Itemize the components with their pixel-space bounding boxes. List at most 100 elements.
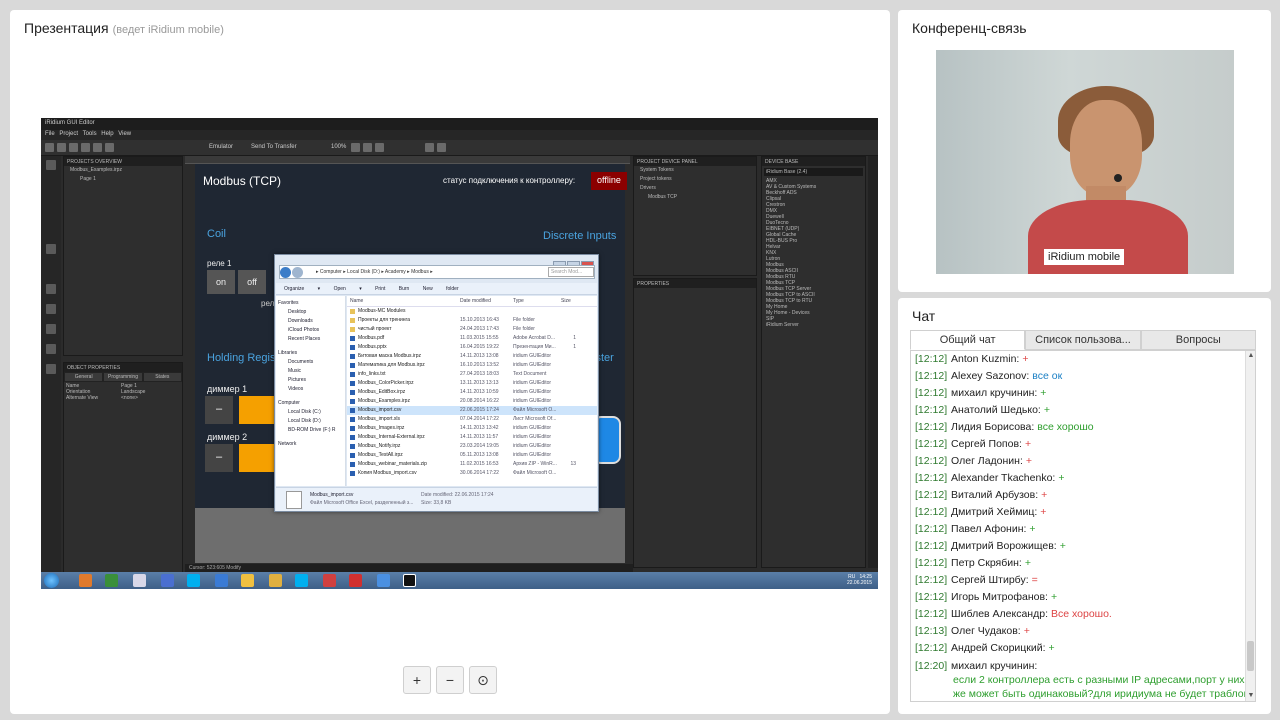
file-row[interactable]: Modbus_EditBox.irpz 14.11.2013 10:59 iridi… — [347, 388, 597, 397]
nav-item[interactable]: Local Disk (D:) — [278, 417, 343, 426]
file-name: Modbus_ColorPicker.irpz — [350, 379, 460, 388]
tab-general[interactable]: General — [64, 372, 104, 382]
nav-item[interactable]: Local Disk (C:) — [278, 408, 343, 417]
file-row[interactable]: Modbus_Examples.irpz 20.08.2014 16:22 irid… — [347, 397, 597, 406]
nav-item[interactable]: Music — [278, 367, 343, 376]
zoom-fit-button[interactable]: ⊙ — [469, 666, 497, 694]
scroll-thumb[interactable] — [1247, 641, 1254, 671]
file-name: Modbus_Notify.irpz — [350, 442, 460, 451]
nav-item[interactable]: iCloud Photos — [278, 326, 343, 335]
app-icon[interactable] — [161, 574, 174, 587]
holding-registers-heading: Holding Regis — [207, 352, 276, 364]
nav-computer[interactable]: Computer — [278, 399, 343, 408]
file-row[interactable]: Битовая маска Modbus.irpz 14.11.2013 13:0… — [347, 352, 597, 361]
message-text: + — [1040, 506, 1047, 518]
nav-libraries[interactable]: Libraries — [278, 349, 343, 358]
file-row[interactable]: Математика для Modbus.irpz 16.10.2013 13:… — [347, 361, 597, 370]
nav-item[interactable]: Pictures — [278, 376, 343, 385]
zoom-in-button[interactable]: + — [403, 666, 431, 694]
back-icon[interactable] — [280, 267, 291, 278]
start-button[interactable] — [44, 573, 59, 588]
dimmer-2-level[interactable] — [239, 444, 275, 472]
app-icon[interactable] — [323, 574, 336, 587]
search-input[interactable]: Search Mod... — [548, 267, 594, 277]
tab-programming[interactable]: Programming — [103, 372, 143, 382]
dimmer-1-minus-button[interactable]: – — [205, 396, 233, 424]
project-file-item[interactable]: Modbus_Examples.irpz — [64, 166, 182, 175]
scroll-up-icon[interactable]: ▲ — [1246, 351, 1255, 361]
pdf-icon[interactable] — [349, 574, 362, 587]
file-row[interactable]: Modbus_import.csv 22.06.2015 17:24 Файл Mi… — [347, 406, 597, 415]
scroll-down-icon[interactable]: ▼ — [1246, 691, 1255, 701]
android-icon — [46, 244, 56, 254]
relay-off-button[interactable]: off — [238, 270, 266, 294]
device-base-item[interactable]: iRidium Server — [762, 322, 865, 328]
editor-toolbar: Emulator Send To Transfer 100% — [41, 140, 878, 156]
file-name: Математика для Modbus.irpz — [350, 361, 460, 370]
zoom-out-button[interactable]: − — [436, 666, 464, 694]
dimmer-2-minus-button[interactable]: – — [205, 444, 233, 472]
file-row[interactable]: чистый проект 24.04.2013 17:43 File folder — [347, 325, 597, 334]
nav-item[interactable]: Recent Places — [278, 335, 343, 344]
file-row[interactable]: Modbus_TestAll.irpz 05.11.2013 13:08 iridi… — [347, 451, 597, 460]
nav-item[interactable]: Videos — [278, 385, 343, 394]
file-row[interactable]: Modbus.pdf 11.03.2015 15:55 Adobe Acrobat … — [347, 334, 597, 343]
zoom-out-icon: − — [445, 672, 455, 688]
connection-status-badge: offline — [591, 172, 627, 190]
excel-icon[interactable] — [105, 574, 118, 587]
nav-item[interactable]: BD-ROM Drive (F:) R — [278, 426, 343, 435]
dimmer-1-level[interactable] — [239, 396, 275, 424]
pdp-item[interactable]: Project tokens — [634, 175, 756, 184]
chat-scrollbar[interactable]: ▲ ▼ — [1245, 351, 1255, 701]
property-value[interactable]: <none> — [121, 395, 138, 401]
relay-on-button[interactable]: on — [207, 270, 235, 294]
file-row[interactable]: info_links.txt 27.04.2013 18:03 Text Docum… — [347, 370, 597, 379]
tab-general-chat[interactable]: Общий чат — [910, 330, 1026, 350]
file-row[interactable]: Modbus_Internal-External.irpz 14.11.2013 … — [347, 433, 597, 442]
message-author: михаил кручинин: — [951, 387, 1038, 399]
column-name[interactable]: Name — [350, 298, 460, 304]
device-base-select[interactable]: iRidium Base (2.4) — [764, 168, 863, 176]
forward-icon[interactable] — [292, 267, 303, 278]
file-row[interactable]: Modbus_ColorPicker.irpz 13.11.2013 13:13 i… — [347, 379, 597, 388]
tab-states[interactable]: States — [142, 372, 182, 382]
page-item[interactable]: Page 1 — [64, 175, 182, 184]
column-size[interactable]: Size — [561, 298, 576, 304]
pdp-item[interactable]: System Tokens — [634, 166, 756, 175]
message-text: = — [1031, 574, 1038, 586]
file-row[interactable]: Копия Modbus_import.csv 30.06.2014 17:22 Ф… — [347, 469, 597, 478]
editor-side-tabs[interactable] — [868, 156, 878, 568]
nav-network[interactable]: Network — [278, 440, 343, 449]
explorer-icon[interactable] — [133, 574, 146, 587]
file-date: 24.04.2013 17:43 — [460, 326, 499, 332]
video-person-head — [1070, 100, 1142, 196]
nav-item[interactable]: Desktop — [278, 308, 343, 317]
file-row[interactable]: Modbus_Images.irpz 14.11.2013 13:42 iridiu… — [347, 424, 597, 433]
file-row[interactable]: Modbus_Notify.irpz 23.03.2014 19:05 iridiu… — [347, 442, 597, 451]
file-row[interactable]: Modbus-MC Modules — [347, 307, 597, 316]
app-icon[interactable] — [403, 574, 416, 587]
app-icon[interactable] — [269, 574, 282, 587]
app-icon[interactable] — [377, 574, 390, 587]
column-type[interactable]: Type — [513, 298, 561, 304]
device-base-header: DEVICE BASE — [762, 157, 865, 166]
firefox-icon[interactable] — [79, 574, 92, 587]
message-author: Сергей Штирбу: — [951, 574, 1029, 586]
nav-favorites[interactable]: Favorites — [278, 299, 343, 308]
explorer-toolbar[interactable]: Organize ▾ Open ▾ Print Burn New folder — [276, 283, 597, 295]
app-icon[interactable] — [215, 574, 228, 587]
pdp-item[interactable]: Modbus TCP — [634, 193, 756, 202]
nav-item[interactable]: Downloads — [278, 317, 343, 326]
pdp-item[interactable]: Drivers — [634, 184, 756, 193]
file-row[interactable]: Проекты для тренинга 15.10.2013 16:43 File… — [347, 316, 597, 325]
skype-icon[interactable] — [187, 574, 200, 587]
file-row[interactable]: Modbus.pptx 16.04.2015 19:22 Презентация М… — [347, 343, 597, 352]
folder-icon[interactable] — [241, 574, 254, 587]
nav-item[interactable]: Documents — [278, 358, 343, 367]
file-row[interactable]: Modbus_webinar_materials.zip 11.02.2015 1… — [347, 460, 597, 469]
file-row[interactable]: Modbus_import.xls 07.04.2014 17:22 Лист Mi… — [347, 415, 597, 424]
tab-questions[interactable]: Вопросы — [1140, 330, 1256, 350]
column-date[interactable]: Date modified — [460, 298, 513, 304]
tab-user-list[interactable]: Список пользова... — [1025, 330, 1141, 350]
skype-icon[interactable] — [295, 574, 308, 587]
